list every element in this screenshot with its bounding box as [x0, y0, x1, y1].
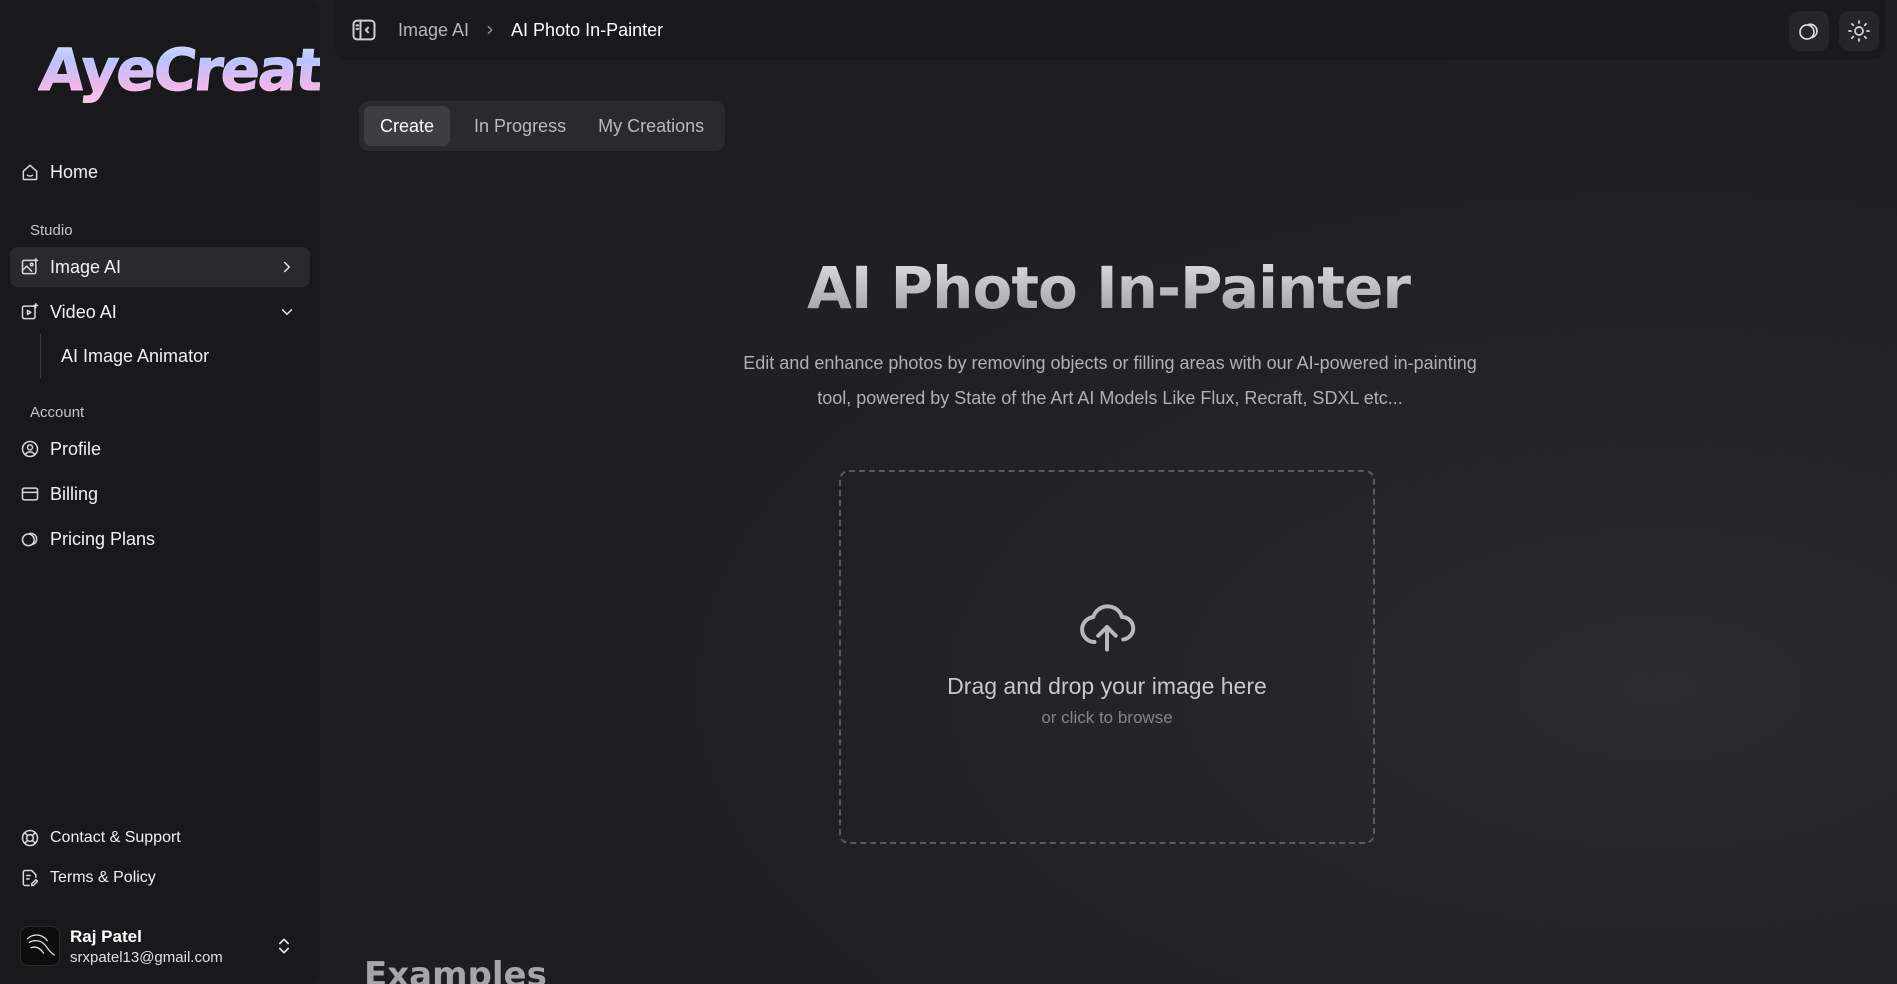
sun-icon [1848, 20, 1870, 42]
document-icon [20, 868, 40, 888]
sidebar-item-label: Image AI [50, 256, 122, 277]
coins-icon [20, 529, 40, 549]
section-label-studio: Studio [30, 222, 73, 239]
sidebar-item-label: Billing [50, 483, 99, 504]
tab-create[interactable]: Create [364, 106, 451, 146]
home-icon [20, 162, 40, 182]
sidebar-item-label: Pricing Plans [50, 528, 156, 549]
breadcrumb-current: AI Photo In-Painter [511, 19, 664, 40]
image-ai-icon [20, 257, 40, 277]
sidebar-item-label: Video AI [50, 301, 117, 322]
user-name: Raj Patel [70, 926, 142, 946]
brand-logo[interactable]: AyeCreate [36, 36, 363, 105]
chevrons-up-down-icon[interactable] [274, 936, 294, 956]
chevron-right-icon [483, 23, 497, 37]
sidebar-item-terms-policy[interactable]: Terms & Policy [10, 858, 310, 898]
chevron-right-icon [284, 261, 290, 273]
tab-my-creations[interactable]: My Creations [582, 106, 720, 146]
dropzone-secondary-text: or click to browse [1041, 707, 1173, 727]
sidebar-item-label: Profile [50, 438, 102, 459]
sidebar-item-contact-support[interactable]: Contact & Support [10, 818, 310, 858]
sidebar-item-label: Terms & Policy [50, 869, 156, 886]
credits-button[interactable] [1789, 11, 1829, 51]
sidebar-item-home[interactable]: Home [10, 152, 310, 192]
sidebar-item-video-ai[interactable]: Video AI [10, 292, 310, 332]
view-tabs: Create In Progress My Creations [359, 101, 726, 151]
page-description: Edit and enhance photos by removing obje… [743, 353, 1477, 408]
lifebuoy-icon [20, 828, 40, 848]
image-dropzone[interactable]: Drag and drop your image here or click t… [839, 470, 1375, 844]
sidebar-item-image-ai[interactable]: Image AI [10, 247, 310, 287]
main-content: Image AI AI Photo In-Painter Create In P… [320, 0, 1897, 984]
sidebar-toggle-icon[interactable] [350, 16, 378, 44]
cloud-upload-icon [1080, 603, 1136, 651]
sidebar-item-pricing-plans[interactable]: Pricing Plans [10, 519, 310, 559]
breadcrumb-item[interactable]: Image AI [398, 20, 469, 41]
sidebar: AyeCreate Home Studio Image AI Video AI … [0, 0, 363, 984]
logo-container[interactable]: AyeCreate [0, 0, 363, 140]
sidebar-item-billing[interactable]: Billing [10, 474, 310, 514]
video-ai-icon [20, 302, 40, 322]
user-email: srxpatel13@gmail.com [70, 948, 223, 966]
user-account-menu[interactable]: Raj Patel srxpatel13@gmail.com [20, 924, 310, 968]
section-label-account: Account [30, 404, 85, 421]
chevron-down-icon [281, 309, 293, 315]
sidebar-subitem-ai-image-animator[interactable]: AI Image Animator [40, 334, 310, 378]
theme-toggle-button[interactable] [1839, 11, 1879, 51]
coins-icon [1799, 23, 1818, 40]
examples-heading: Examples [364, 955, 547, 984]
dropzone-primary-text: Drag and drop your image here [947, 672, 1267, 699]
avatar [20, 926, 60, 966]
page-title: AI Photo In-Painter [320, 254, 1897, 322]
sidebar-nav: Home Studio Image AI Video AI AI Image A… [0, 140, 320, 559]
sidebar-subitem-label: AI Image Animator [61, 345, 210, 366]
user-circle-icon [20, 439, 40, 459]
sidebar-item-label: Home [50, 161, 99, 182]
breadcrumb: Image AI AI Photo In-Painter [398, 20, 663, 41]
tab-in-progress[interactable]: In Progress [458, 106, 582, 146]
user-info: Raj Patel srxpatel13@gmail.com [70, 927, 223, 966]
sidebar-item-profile[interactable]: Profile [10, 429, 310, 469]
topbar: Image AI AI Photo In-Painter [334, 0, 1885, 60]
sidebar-item-label: Contact & Support [50, 829, 181, 846]
sidebar-footer-links: Contact & Support Terms & Policy [10, 818, 310, 898]
credit-card-icon [20, 484, 40, 504]
